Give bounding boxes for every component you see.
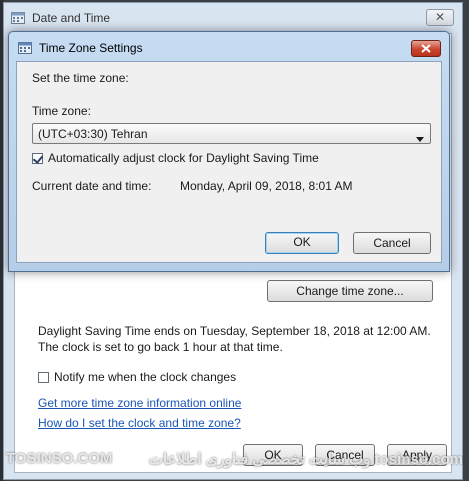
time-zone-dropdown[interactable]: (UTC+03:30) Tehran [32, 123, 431, 144]
notify-checkbox-row[interactable]: Notify me when the clock changes [38, 370, 236, 386]
auto-dst-checkbox[interactable] [32, 153, 43, 164]
change-time-zone-button[interactable]: Change time zone... [267, 280, 433, 302]
more-time-zone-info-link[interactable]: Get more time zone information online [38, 396, 241, 410]
dialog-ok-button[interactable]: OK [265, 232, 339, 254]
close-icon: ✕ [434, 10, 446, 24]
parent-title-bar[interactable]: Date and Time ✕ [4, 3, 462, 31]
time-zone-selected-value: (UTC+03:30) Tehran [38, 127, 148, 141]
notify-checkbox[interactable] [38, 372, 49, 383]
set-time-zone-heading: Set the time zone: [32, 71, 129, 85]
calendar-clock-icon [11, 11, 25, 24]
dialog-title: Time Zone Settings [39, 41, 143, 55]
how-to-set-clock-link[interactable]: How do I set the clock and time zone? [38, 416, 241, 430]
dialog-close-button[interactable] [411, 40, 441, 57]
dst-line-2: The clock is set to go back 1 hour at th… [38, 340, 283, 354]
watermark-right-text: وب سایت تخصصی فناوری اطلاعات tosinso.com [148, 451, 463, 468]
current-date-time-value: Monday, April 09, 2018, 8:01 AM [180, 179, 353, 193]
time-zone-label: Time zone: [32, 104, 91, 118]
time-zone-settings-dialog: Time Zone Settings Set the time zone: Ti… [8, 31, 450, 272]
parent-window-title: Date and Time [32, 11, 111, 25]
dialog-content-panel: Set the time zone: Time zone: (UTC+03:30… [16, 61, 442, 263]
auto-dst-label: Automatically adjust clock for Daylight … [48, 151, 319, 165]
watermark-left-text: TOSINSO.COM [6, 450, 113, 467]
calendar-clock-icon [18, 41, 32, 54]
notify-label: Notify me when the clock changes [54, 370, 237, 384]
dialog-title-bar[interactable]: Time Zone Settings [9, 32, 449, 60]
current-date-time-label: Current date and time: [32, 179, 152, 193]
watermark: TOSINSO.COM وب سایت تخصصی فناوری اطلاعات… [0, 446, 469, 472]
dst-line-1: Daylight Saving Time ends on Tuesday, Se… [38, 324, 431, 338]
auto-dst-checkbox-row[interactable]: Automatically adjust clock for Daylight … [32, 151, 319, 165]
dst-info-text: Daylight Saving Time ends on Tuesday, Se… [38, 323, 438, 355]
close-icon [421, 44, 431, 53]
dropdown-arrow-icon [416, 131, 424, 145]
parent-close-button[interactable]: ✕ [426, 9, 454, 26]
dialog-cancel-button[interactable]: Cancel [353, 232, 431, 254]
